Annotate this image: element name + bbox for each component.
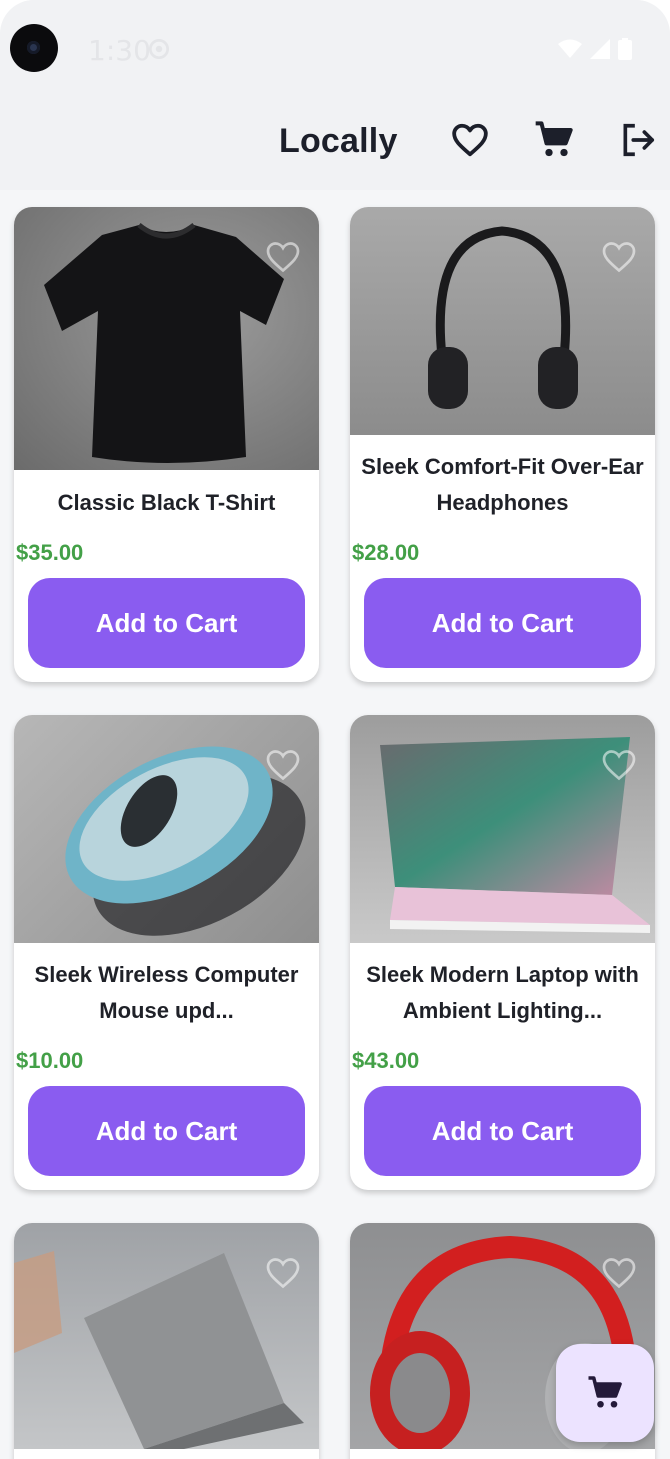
product-image[interactable]	[14, 1223, 319, 1449]
favorite-toggle[interactable]	[263, 237, 303, 277]
product-card[interactable]: Classic Black T-Shirt $35.00 Add to Cart	[14, 207, 319, 682]
floating-cart-button[interactable]	[556, 1344, 654, 1442]
heart-outline-icon	[602, 750, 636, 781]
cart-icon	[535, 121, 573, 157]
signal-icon	[590, 39, 610, 59]
heart-outline-icon	[602, 1258, 636, 1289]
add-to-cart-button[interactable]: Add to Cart	[28, 578, 305, 668]
product-card[interactable]: Sleek Wireless Computer Mouse upd... $10…	[14, 715, 319, 1190]
logout-icon	[623, 123, 655, 157]
status-time: 1:30	[88, 34, 151, 67]
status-bar: 1:30	[0, 0, 670, 100]
favorite-toggle[interactable]	[263, 1253, 303, 1293]
product-title: Sleek Wireless Computer Mouse upd...	[34, 962, 299, 1023]
add-to-cart-button[interactable]: Add to Cart	[364, 1086, 641, 1176]
cart-icon	[588, 1376, 622, 1408]
product-price: $35.00	[16, 540, 84, 565]
product-card[interactable]	[14, 1223, 319, 1459]
add-to-cart-button[interactable]: Add to Cart	[28, 1086, 305, 1176]
favorite-toggle[interactable]	[599, 1253, 639, 1293]
settings-status-icon	[148, 38, 170, 60]
product-image[interactable]	[350, 715, 655, 943]
app-bar: Locally	[0, 100, 670, 190]
product-title: Sleek Comfort-Fit Over-Ear Headphones	[361, 454, 644, 515]
heart-outline-icon	[266, 750, 300, 781]
product-card[interactable]: Sleek Comfort-Fit Over-Ear Headphones $2…	[350, 207, 655, 682]
favorite-toggle[interactable]	[263, 745, 303, 785]
page-title: Locally	[279, 122, 398, 160]
favorite-toggle[interactable]	[599, 745, 639, 785]
product-image[interactable]	[14, 207, 319, 470]
status-icons	[558, 38, 632, 60]
favorite-toggle[interactable]	[599, 237, 639, 277]
heart-outline-icon	[452, 123, 488, 157]
front-camera	[10, 24, 58, 72]
heart-outline-icon	[266, 242, 300, 273]
logout-button[interactable]	[616, 118, 660, 162]
product-price: $10.00	[16, 1048, 84, 1073]
heart-outline-icon	[266, 1258, 300, 1289]
product-image[interactable]	[350, 207, 655, 435]
heart-outline-icon	[602, 242, 636, 273]
app-screen: 1:30 Locally Classic Black T-Shirt $35.0…	[0, 0, 670, 1459]
product-title: Classic Black T-Shirt	[57, 490, 276, 515]
add-to-cart-button[interactable]: Add to Cart	[364, 578, 641, 668]
product-price: $28.00	[352, 540, 420, 565]
cart-button[interactable]	[532, 118, 576, 162]
wifi-icon	[558, 39, 582, 58]
battery-icon	[618, 38, 632, 60]
wishlist-button[interactable]	[448, 118, 492, 162]
product-title: Sleek Modern Laptop with Ambient Lightin…	[366, 962, 639, 1023]
product-price: $43.00	[352, 1048, 420, 1073]
product-image[interactable]	[14, 715, 319, 943]
product-card[interactable]: Sleek Modern Laptop with Ambient Lightin…	[350, 715, 655, 1190]
